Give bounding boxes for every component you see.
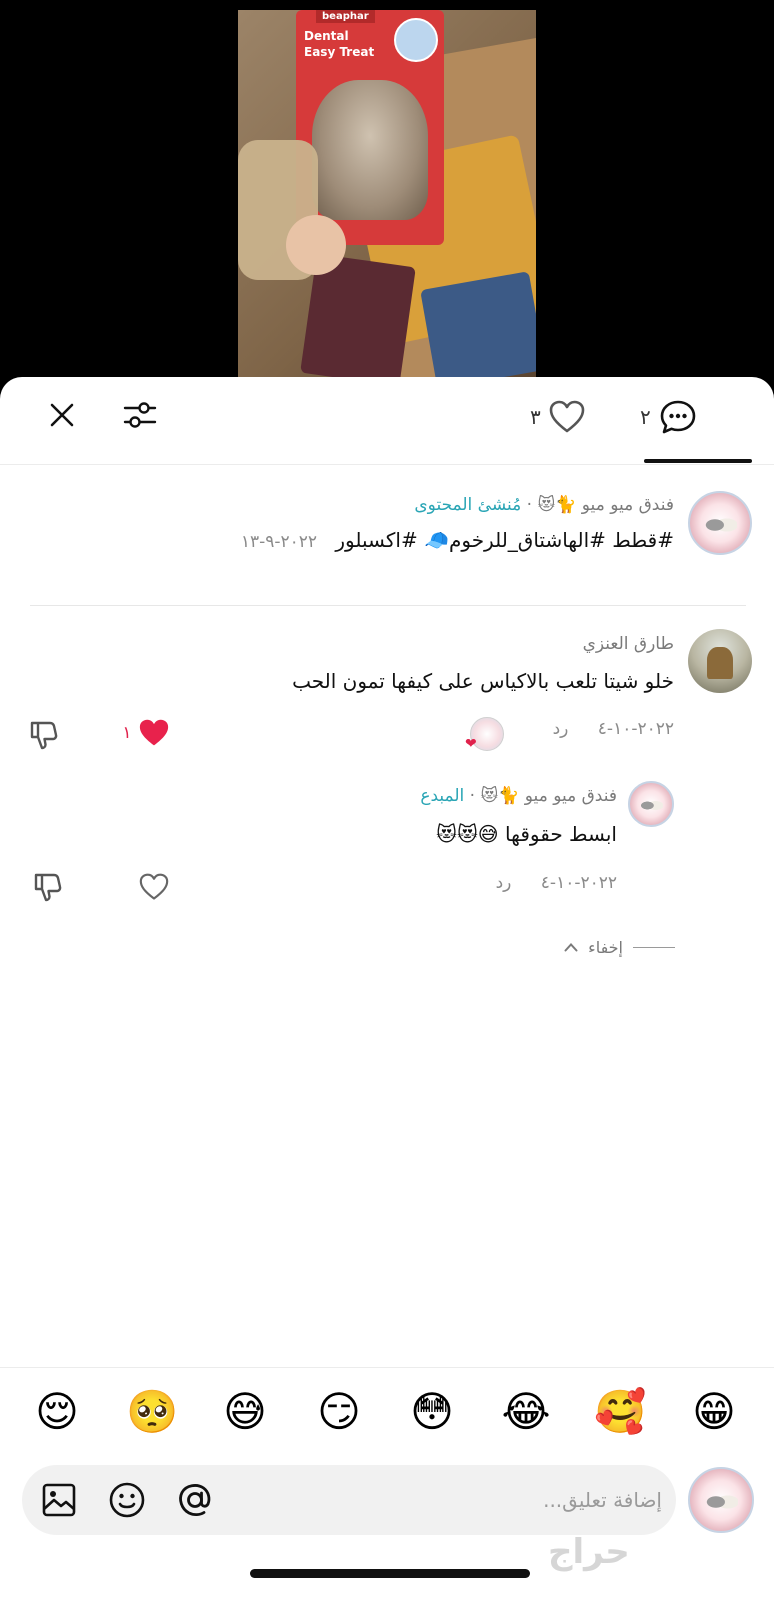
emoji-flushed[interactable]: 😳 [406, 1386, 458, 1438]
hand [286, 215, 346, 275]
comment-input[interactable] [242, 1475, 662, 1525]
comment-input-box [22, 1465, 676, 1535]
commenter-name[interactable]: طارق العنزي [583, 634, 674, 654]
comment-like-count: ١ [122, 723, 132, 743]
emoji-grin[interactable]: 😁 [688, 1386, 740, 1438]
emoji-smirk[interactable]: 😏 [313, 1386, 365, 1438]
avatar-image [703, 1487, 739, 1517]
comments-count: ٢ [640, 405, 651, 429]
heart-filled-icon [139, 719, 168, 746]
reply-date: ٢٠٢٢-١٠-٤ [540, 873, 617, 893]
comment-text: خلو شيتا تلعب بالاكياس على كيفها تمون ال… [292, 669, 674, 693]
avatar-image [703, 511, 737, 539]
reply-meta: ٢٠٢٢-١٠-٤ رد [496, 873, 617, 893]
comment-bubble-icon [660, 400, 696, 434]
sliders-icon [123, 402, 157, 428]
emoji-picker-button[interactable] [106, 1479, 148, 1521]
close-button[interactable] [44, 397, 80, 433]
mention-button[interactable] [174, 1479, 216, 1521]
creator-avatar[interactable] [688, 491, 752, 555]
creator-post-date: ٢٠٢٢-٩-١٣ [240, 532, 318, 552]
at-sign-icon [179, 1484, 211, 1517]
comments-header: ٣ ٢ [0, 377, 774, 465]
reply-role-badge: المبدع [420, 786, 465, 806]
emoji-pleading[interactable]: 🥺 [126, 1386, 178, 1438]
emoji-sweat-smile[interactable]: 😅 [219, 1386, 271, 1438]
chevron-up-icon [564, 943, 578, 952]
comment-like-button[interactable]: ١ [116, 715, 176, 751]
active-tab-indicator [644, 459, 752, 463]
image-attach-button[interactable] [38, 1479, 80, 1521]
reply-text: ابسط حقوقها 😅😻😻 [436, 822, 617, 846]
comments-sheet: ٣ ٢ فندق ميو ميو 🐈😻 · مُنشئ المحتوى #قطط… [0, 377, 774, 1600]
emoji-tears-of-joy[interactable]: 😂 [500, 1386, 552, 1438]
commenter-avatar[interactable] [688, 629, 752, 693]
watermark: حراج [548, 1532, 630, 1572]
reply-avatar[interactable] [628, 781, 674, 827]
reply-dislike-button[interactable] [30, 869, 66, 905]
reply-like-button[interactable] [136, 869, 172, 905]
video-frame[interactable]: beaphar Dental Easy Treat [238, 10, 536, 378]
avatar-image [639, 795, 663, 815]
reply-author-name[interactable]: فندق ميو ميو 🐈😻 [480, 786, 617, 806]
thumbs-down-icon [30, 721, 58, 750]
treat-badge [394, 18, 438, 62]
smiley-icon [109, 1482, 145, 1518]
treat-brand: beaphar [316, 10, 375, 23]
creator-heart-icon: ❤ [465, 736, 477, 752]
treat-title: Dental Easy Treat [304, 29, 375, 59]
image-icon [42, 1483, 76, 1517]
tab-likes[interactable]: ٣ [530, 397, 585, 437]
comment-date: ٢٠٢٢-١٠-٤ [597, 719, 674, 739]
video-player[interactable]: beaphar Dental Easy Treat [0, 0, 774, 400]
hide-divider-line [633, 946, 675, 948]
reply-reply-button[interactable]: رد [496, 873, 512, 893]
home-indicator[interactable] [250, 1569, 530, 1578]
creator-post-line: #قطط #الهاشتاق_للرخوم🧢 #اكسبلور ٢٠٢٢-٩-١… [241, 528, 674, 552]
creator-name-line: فندق ميو ميو 🐈😻 · مُنشئ المحتوى [414, 495, 674, 515]
name-separator: · [469, 786, 476, 806]
emoji-smiling-hearts[interactable]: 🥰 [594, 1386, 646, 1438]
post-divider [30, 605, 746, 606]
creator-role-badge: مُنشئ المحتوى [414, 495, 522, 515]
thumbs-down-icon [34, 873, 62, 902]
comment-reply-button[interactable]: رد [553, 719, 569, 739]
avatar-image [707, 646, 733, 679]
comment-input-row [0, 1457, 774, 1557]
comment-dislike-button[interactable] [26, 717, 62, 753]
emoji-relieved[interactable]: 😌 [31, 1386, 83, 1438]
heart-icon [549, 400, 585, 433]
name-separator: · [526, 495, 533, 515]
filter-button[interactable] [120, 395, 160, 435]
comment-meta: ٢٠٢٢-١٠-٤ رد [553, 719, 674, 739]
close-icon [50, 403, 74, 427]
hide-replies-label: إخفاء [588, 937, 623, 957]
blue-food-bag [420, 271, 536, 378]
likes-count: ٣ [530, 405, 541, 429]
treat-package: beaphar Dental Easy Treat [296, 10, 444, 245]
reply-name-line: فندق ميو ميو 🐈😻 · المبدع [420, 786, 617, 806]
creator-post-text: #قطط #الهاشتاق_للرخوم🧢 #اكسبلور [335, 528, 674, 552]
hide-replies-button[interactable]: إخفاء [540, 932, 675, 962]
emoji-quick-bar: 😁 🥰 😂 😳 😏 😅 🥺 😌 [0, 1367, 774, 1457]
creator-liked-avatar: ❤ [465, 717, 504, 752]
creator-name[interactable]: فندق ميو ميو 🐈😻 [537, 495, 674, 515]
heart-icon [139, 873, 169, 900]
cat-photo [312, 80, 428, 220]
my-avatar[interactable] [688, 1467, 754, 1533]
tab-comments[interactable]: ٢ [640, 397, 697, 437]
